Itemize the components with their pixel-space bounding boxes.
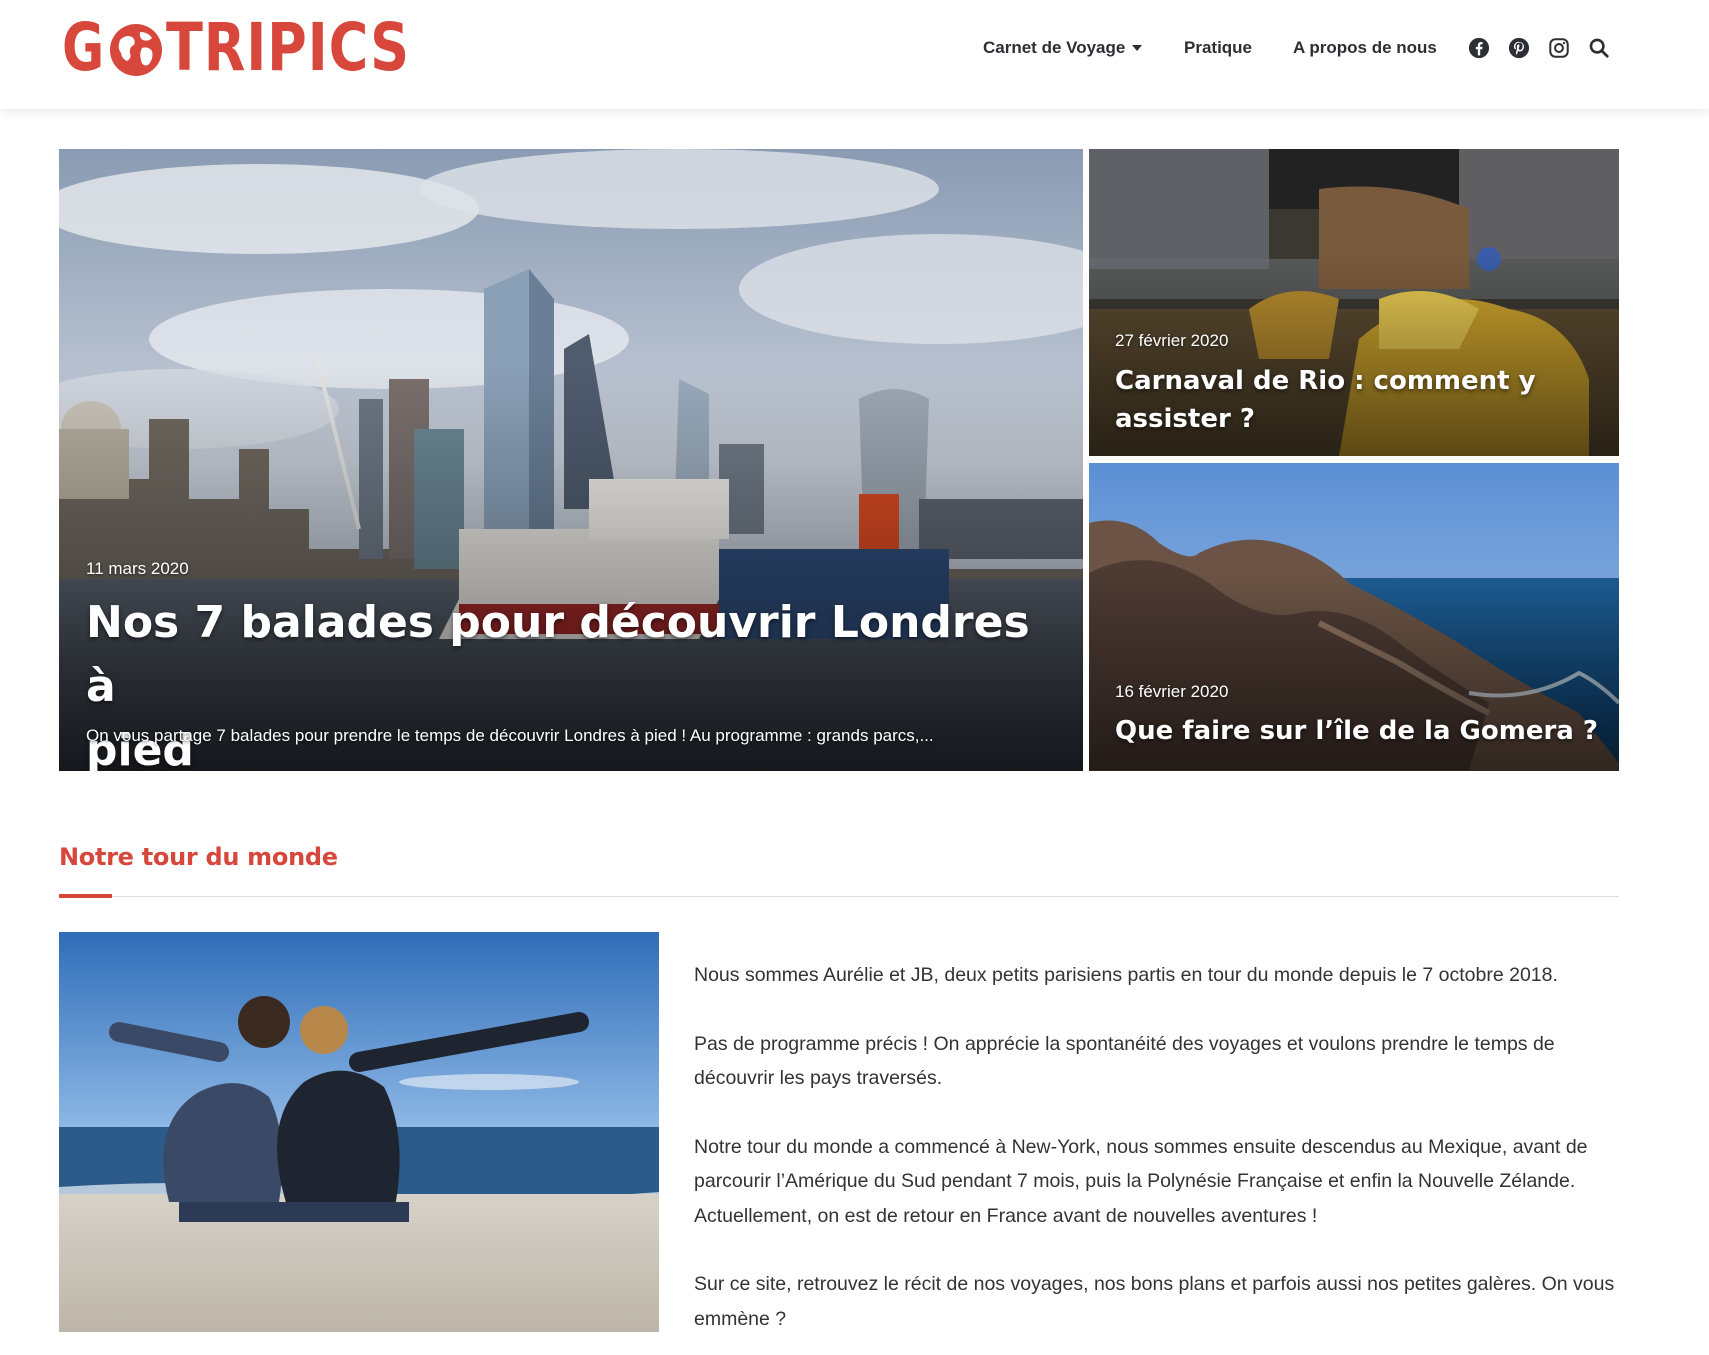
nav-item-label: A propos de nous — [1293, 38, 1437, 57]
about-paragraph: Pas de programme précis ! On apprécie la… — [694, 1032, 1555, 1090]
section-divider-accent — [59, 894, 112, 898]
facebook-icon[interactable] — [1468, 37, 1490, 59]
logo-text-left: G — [62, 9, 106, 86]
about-text: Nous sommes Aurélie et JB, deux petits p… — [694, 958, 1624, 1355]
featured-post-rio[interactable]: 27 février 2020 Carnaval de Rio : commen… — [1089, 149, 1619, 456]
post-title-line2: assister ? — [1115, 404, 1255, 434]
about-paragraph: Notre tour du monde a commencé à New-Yor… — [694, 1135, 1588, 1227]
search-icon[interactable] — [1588, 37, 1610, 59]
post-date: 11 mars 2020 — [86, 559, 189, 578]
logo-text-right: TRIPICS — [166, 9, 410, 86]
about-photo — [59, 932, 659, 1332]
pinterest-icon[interactable] — [1508, 37, 1530, 59]
nav-item-pratique[interactable]: Pratique — [1184, 36, 1252, 60]
post-title[interactable]: Carnaval de Rio : comment y assister ? — [1115, 362, 1605, 438]
post-excerpt: On vous partage 7 balades pour prendre l… — [86, 726, 934, 745]
nav-item-a-propos[interactable]: A propos de nous — [1293, 36, 1437, 60]
about-paragraph: Nous sommes Aurélie et JB, deux petits p… — [694, 964, 1558, 986]
post-date: 27 février 2020 — [1115, 331, 1229, 350]
chevron-down-icon — [1132, 45, 1143, 51]
featured-post-main[interactable]: 11 mars 2020 Nos 7 balades pour découvri… — [59, 149, 1083, 771]
site-logo[interactable]: G TRIPICS — [62, 9, 409, 86]
post-title[interactable]: Que faire sur l’île de la Gomera ? — [1115, 712, 1605, 750]
nav-item-label: Pratique — [1184, 38, 1253, 57]
nav-item-carnet-de-voyage[interactable]: Carnet de Voyage — [983, 36, 1143, 60]
site-header: G TRIPICS Carnet de Voyage Pratique A pr… — [0, 0, 1709, 109]
post-title-line1: Nos 7 balades pour découvrir Londres à — [86, 597, 1030, 712]
nav-item-label: Carnet de Voyage — [983, 38, 1126, 57]
couple-on-beach-image — [59, 932, 659, 1332]
section-divider — [59, 896, 1619, 897]
about-paragraph: Sur ce site, retrouvez le récit de nos v… — [694, 1273, 1615, 1330]
globe-icon — [110, 24, 162, 76]
featured-post-gomera[interactable]: 16 février 2020 Que faire sur l’île de l… — [1089, 463, 1619, 771]
post-date: 16 février 2020 — [1115, 682, 1229, 701]
instagram-icon[interactable] — [1548, 37, 1570, 59]
post-title-line1: Carnaval de Rio : comment y — [1115, 366, 1536, 396]
section-title: Notre tour du monde — [59, 843, 338, 871]
